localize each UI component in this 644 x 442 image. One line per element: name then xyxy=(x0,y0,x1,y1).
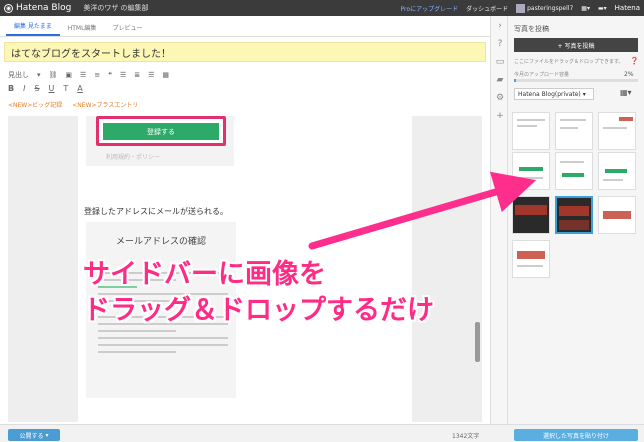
hatena-logo-icon: ◉ xyxy=(4,3,13,13)
user-menu[interactable]: pasteringspell7 xyxy=(516,3,574,13)
highlight-box: 登録する xyxy=(96,116,226,146)
photo-thumbnail[interactable] xyxy=(512,112,550,150)
ordered-list-icon[interactable]: ≡ xyxy=(94,71,100,79)
sidebar-icon-rail: › ? ▭ ▰ ⚙ + xyxy=(490,16,508,424)
photo-thumbnail[interactable] xyxy=(598,196,636,234)
photo-sidebar: 写真を投稿 + 写真を投稿 ここにファイルをドラッグ＆ドロップできます。 ❓ 今… xyxy=(508,16,644,424)
photo-thumbnail[interactable] xyxy=(555,152,593,190)
photo-thumbnail-selected[interactable] xyxy=(555,196,593,234)
blog-name[interactable]: 美洋のワザ の編集部 xyxy=(83,3,148,13)
top-nav: Proにアップグレード ダッシュボード pasteringspell7 ▦▾ ▬… xyxy=(401,3,644,13)
quota-bar xyxy=(514,79,638,82)
logo-text: Hatena Blog xyxy=(16,3,72,13)
email-confirm-title: メールアドレスの確認 xyxy=(115,237,206,247)
text-color-icon[interactable]: A xyxy=(77,84,82,93)
align-left-icon[interactable]: ☰ xyxy=(120,71,126,79)
heading-select[interactable]: 見出し xyxy=(8,70,29,80)
hatena-logo[interactable]: ◉ Hatena Blog xyxy=(0,3,71,13)
photo-thumbnail[interactable] xyxy=(598,112,636,150)
plus-icon[interactable]: + xyxy=(494,110,506,122)
embedded-screenshot: 登録する 利用規約・ポリシー xyxy=(86,116,234,166)
editor-scrollbar[interactable] xyxy=(475,322,480,362)
text-size-icon[interactable]: T xyxy=(63,84,68,93)
global-header: ◉ Hatena Blog 美洋のワザ の編集部 Proにアップグレード ダッシ… xyxy=(0,0,644,16)
sidebar-title: 写真を投稿 xyxy=(514,25,549,33)
photo-thumbnail[interactable] xyxy=(512,152,550,190)
category-tags: <NEW>ビッグ記録 <NEW>ブラスエントリ xyxy=(8,100,138,109)
style-toolbar: B I S U T A xyxy=(8,84,83,93)
user-name: pasteringspell7 xyxy=(527,4,574,12)
avatar xyxy=(516,3,526,13)
quota-label: 今月のアップロード容量 xyxy=(514,72,570,78)
footer-bar: 公開する ▾ 1342文字 選択した写真を貼り付け xyxy=(0,424,644,442)
caption-line-1: サイドバーに画像を xyxy=(83,259,326,290)
italic-icon[interactable]: I xyxy=(23,84,25,93)
folder-icon[interactable]: ▰ xyxy=(494,74,506,86)
folder-select[interactable]: Hatena Blog(private) ▾ xyxy=(514,88,594,100)
align-center-icon[interactable]: ≣ xyxy=(134,71,140,79)
link-icon[interactable]: ⛓ xyxy=(49,71,58,79)
quota-bar-fill xyxy=(514,79,517,82)
word-count: 1342文字 xyxy=(452,433,480,440)
photo-thumbnail[interactable] xyxy=(598,152,636,190)
image-icon[interactable]: ▣ xyxy=(65,71,72,79)
menu-icon[interactable]: ▦▾ xyxy=(581,5,590,12)
upload-photo-button[interactable]: + 写真を投稿 xyxy=(514,38,638,52)
hatena-brand-link[interactable]: Hatena xyxy=(615,4,640,12)
tab-wysiwyg[interactable]: 編集 見たまま xyxy=(6,21,60,36)
gear-icon[interactable]: ⚙ xyxy=(494,92,506,104)
underline-icon[interactable]: U xyxy=(49,84,55,93)
list-icon[interactable]: ☰ xyxy=(80,71,86,79)
photo-thumbnail[interactable] xyxy=(512,240,550,278)
strikethrough-icon[interactable]: S xyxy=(34,84,39,93)
quota-percent: 2% xyxy=(624,71,634,78)
help-icon[interactable]: ? xyxy=(494,38,506,50)
category-tag[interactable]: <NEW>ブラスエントリ xyxy=(72,100,138,109)
tab-html[interactable]: HTML編集 xyxy=(60,23,105,36)
title-input[interactable]: はてなブログをスタートしました！ xyxy=(4,42,486,62)
table-icon[interactable]: ▦ xyxy=(162,71,169,79)
help-icon[interactable]: ❓ xyxy=(630,57,639,65)
grid-view-icon[interactable]: ▦▾ xyxy=(620,88,632,97)
body-paragraph: 登録したアドレスにメールが送られる。 xyxy=(84,207,228,216)
register-button-image: 登録する xyxy=(103,123,219,140)
bold-icon[interactable]: B xyxy=(8,84,14,93)
terms-link-image: 利用規約・ポリシー xyxy=(106,154,161,161)
folder-select-label: Hatena Blog(private) xyxy=(518,90,581,98)
tab-preview[interactable]: プレビュー xyxy=(104,23,150,36)
category-tag[interactable]: <NEW>ビッグ記録 xyxy=(8,100,62,109)
chevron-right-icon[interactable]: › xyxy=(494,20,506,32)
blog-icon[interactable]: ▭ xyxy=(494,56,506,68)
photo-thumbnail[interactable] xyxy=(512,196,550,234)
publish-label: 公開する xyxy=(19,432,44,440)
upgrade-link[interactable]: Proにアップグレード xyxy=(401,4,459,13)
caption-line-2: ドラッグ＆ドロップするだけ xyxy=(83,295,434,326)
align-right-icon[interactable]: ☰ xyxy=(148,71,154,79)
insert-selected-photo-button[interactable]: 選択した写真を貼り付け xyxy=(514,429,638,441)
publish-button[interactable]: 公開する ▾ xyxy=(8,429,60,441)
drag-drop-caption: サイドバーに画像を ドラッグ＆ドロップするだけ xyxy=(83,257,434,329)
drop-note: ここにファイルをドラッグ＆ドロップできます。 xyxy=(514,59,624,65)
dashboard-link[interactable]: ダッシュボード xyxy=(466,4,508,13)
editor-tabs: 編集 見たまま HTML編集 プレビュー xyxy=(0,16,490,37)
editor-panel: 編集 見たまま HTML編集 プレビュー はてなブログをスタートしました！ 見出… xyxy=(0,16,490,424)
quote-icon[interactable]: ❝ xyxy=(108,71,112,79)
font-size-icon[interactable]: ▾ xyxy=(37,71,41,79)
format-toolbar: 見出し ▾ ⛓ ▣ ☰ ≡ ❝ ☰ ≣ ☰ ▦ xyxy=(8,70,169,80)
photo-thumbnail[interactable] xyxy=(555,112,593,150)
notification-icon[interactable]: ▬▾ xyxy=(598,5,607,12)
